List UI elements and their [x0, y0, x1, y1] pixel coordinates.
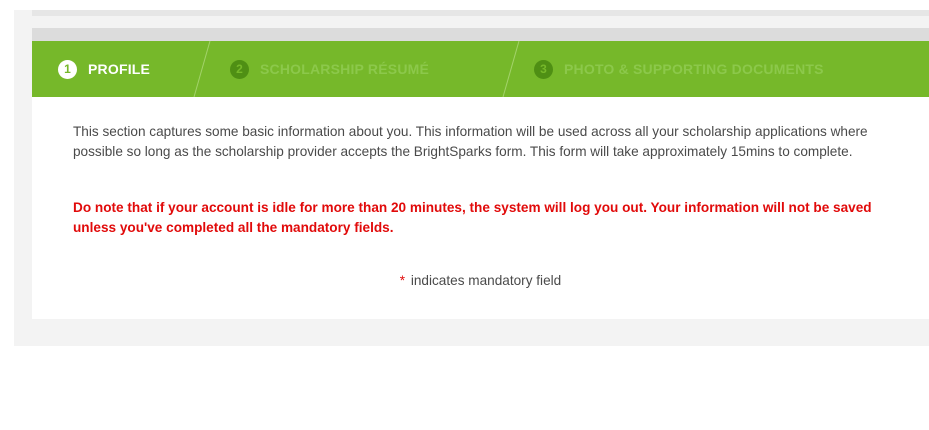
- step-label: PHOTO & SUPPORTING DOCUMENTS: [564, 61, 824, 77]
- step-photo-documents[interactable]: 3 PHOTO & SUPPORTING DOCUMENTS: [534, 41, 824, 97]
- mandatory-note-text: indicates mandatory field: [410, 273, 562, 288]
- mandatory-field-note: * indicates mandatory field: [32, 273, 929, 288]
- step-label: SCHOLARSHIP RÉSUMÉ: [260, 61, 430, 77]
- section-header-bar: [32, 28, 929, 41]
- step-number-badge: 3: [534, 59, 553, 79]
- step-divider: [193, 41, 211, 97]
- step-number-badge: 1: [58, 59, 77, 79]
- idle-warning-text: Do note that if your account is idle for…: [73, 200, 872, 235]
- step-profile[interactable]: 1 PROFILE: [58, 41, 150, 97]
- step-label: PROFILE: [88, 61, 151, 77]
- step-number-badge: 2: [230, 59, 249, 79]
- step-scholarship-resume[interactable]: 2 SCHOLARSHIP RÉSUMÉ: [230, 41, 429, 97]
- top-band: [32, 10, 929, 16]
- intro-text: This section captures some basic informa…: [73, 124, 868, 159]
- mandatory-asterisk: *: [399, 273, 406, 288]
- profile-info-card: This section captures some basic informa…: [32, 97, 929, 319]
- progress-steps-bar: 1 PROFILE 2 SCHOLARSHIP RÉSUMÉ 3 PHOTO &…: [32, 41, 929, 97]
- step-divider: [502, 41, 520, 97]
